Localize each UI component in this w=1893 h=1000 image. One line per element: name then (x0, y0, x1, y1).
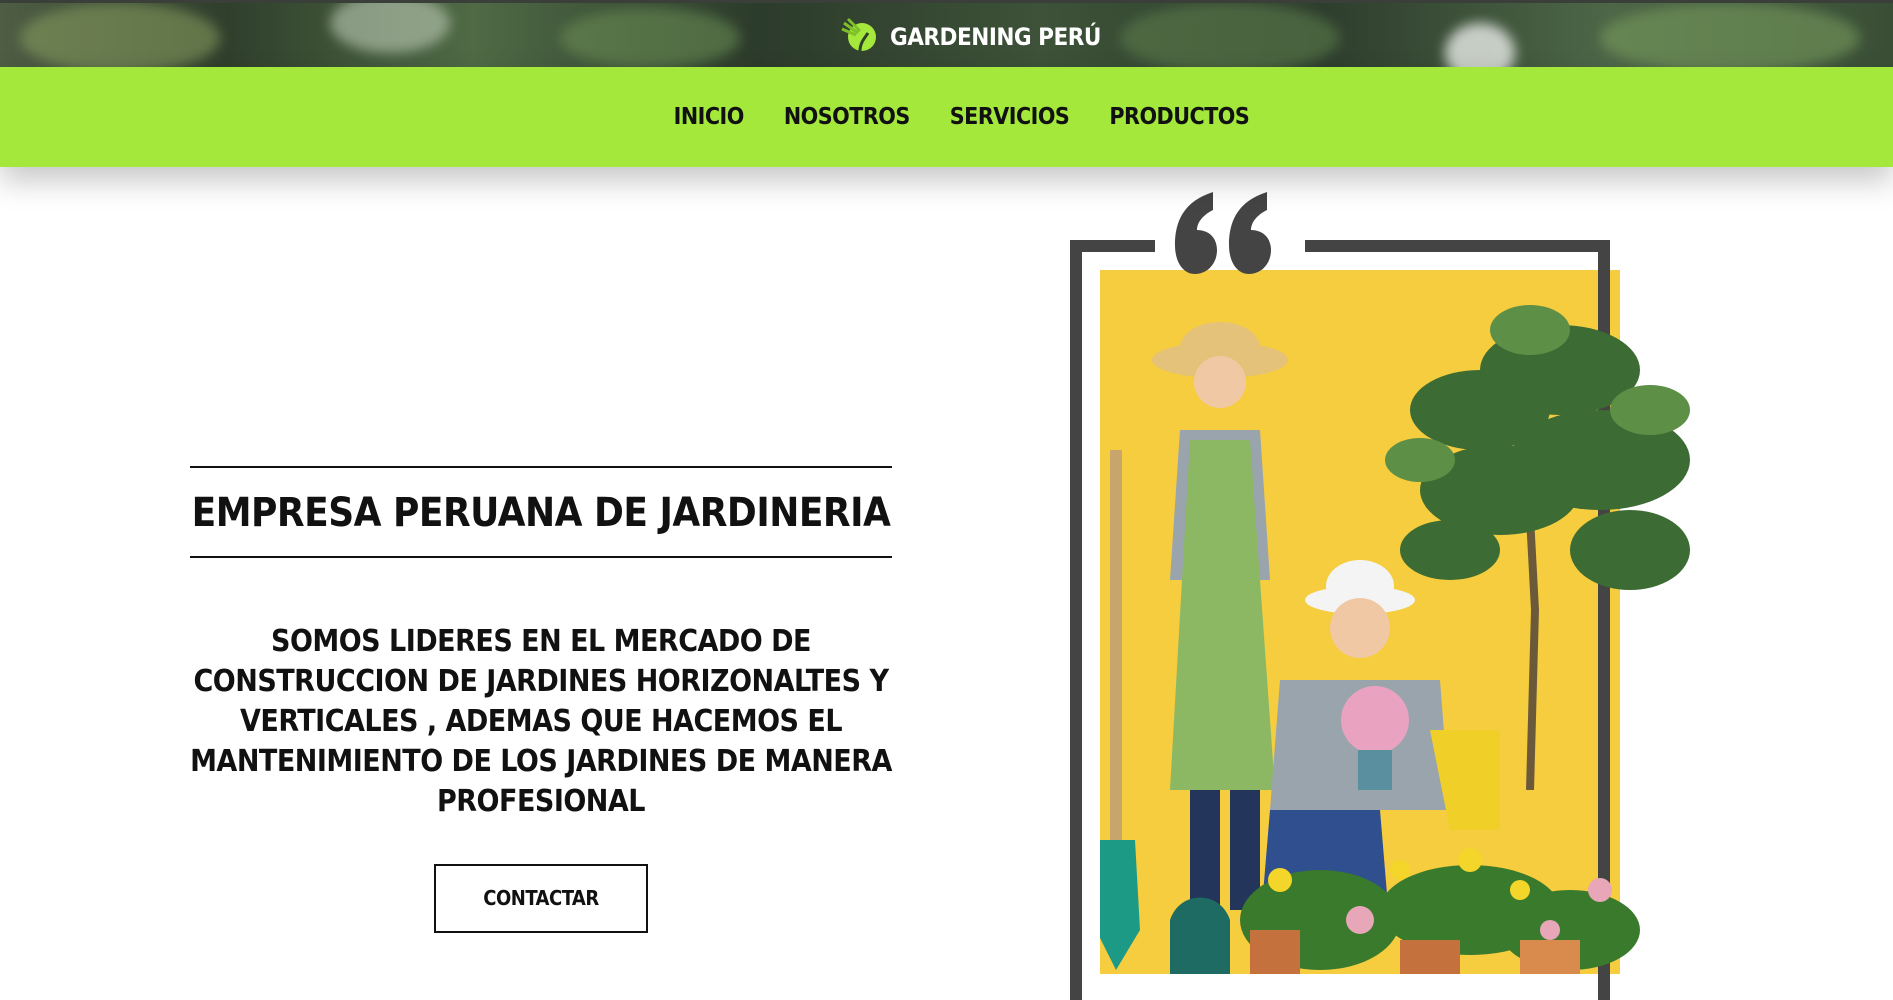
main-nav: INICIO NOSOTROS SERVICIOS PRODUCTOS (0, 67, 1893, 167)
hero-title: EMPRESA PERUANA DE JARDINERIA (191, 490, 891, 536)
brand[interactable]: GARDENING PERÚ (838, 17, 1101, 57)
top-banner: GARDENING PERÚ (0, 0, 1893, 67)
brand-title: GARDENING PERÚ (890, 23, 1101, 51)
hero-text-section: EMPRESA PERUANA DE JARDINERIA SOMOS LIDE… (190, 466, 892, 933)
hero-description: SOMOS LIDERES EN EL MERCADO DE CONSTRUCC… (190, 624, 892, 819)
tree-leaf-logo-icon (838, 15, 880, 59)
contact-wrap: CONTACTAR (190, 864, 892, 933)
contact-button[interactable]: CONTACTAR (434, 864, 648, 933)
quote-mark-icon (1165, 190, 1285, 284)
nav-item-servicios[interactable]: SERVICIOS (950, 104, 1070, 130)
nav-item-inicio[interactable]: INICIO (674, 104, 745, 130)
flowers-illustration (1170, 848, 1640, 974)
hero-divider-bottom (190, 556, 892, 558)
nav-item-nosotros[interactable]: NOSOTROS (784, 104, 910, 130)
nav-item-productos[interactable]: PRODUCTOS (1109, 104, 1249, 130)
hero-illustration (1060, 190, 1700, 1000)
